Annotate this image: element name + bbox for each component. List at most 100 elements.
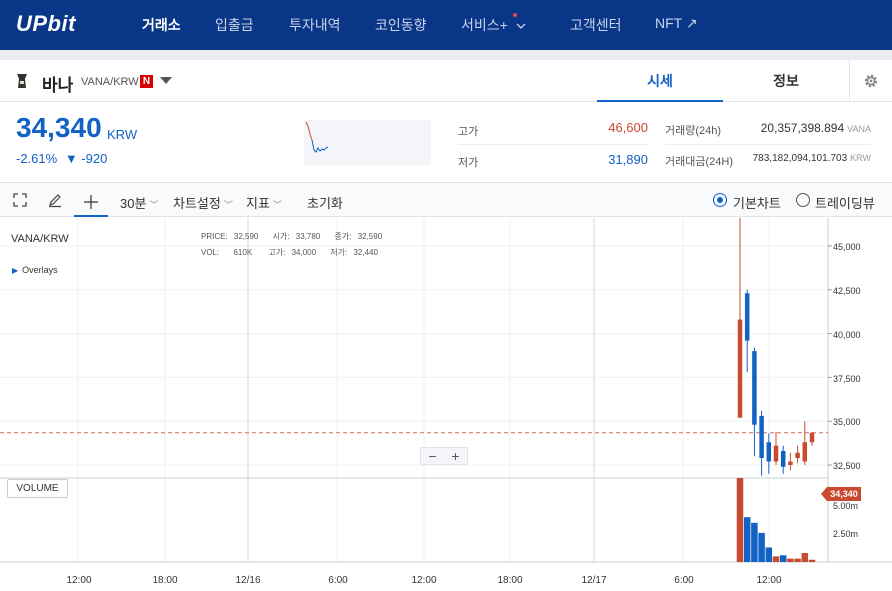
legend-vol: 610K	[233, 248, 253, 257]
legend-price: 32,590	[233, 232, 259, 241]
vana-coin-icon	[17, 74, 27, 88]
legend-vol-label: VOL:	[201, 248, 220, 257]
chevron-down-icon: ﹀	[223, 200, 233, 210]
amount-label: 거래대금(24H)	[665, 156, 733, 168]
legend-open: 33,780	[295, 232, 321, 241]
indicators-select[interactable]: 지표 ﹀	[246, 193, 282, 212]
vol-tick: 5.00m	[833, 501, 859, 511]
overlays-label: Overlays	[22, 265, 58, 275]
tab-info[interactable]: 정보	[723, 60, 849, 102]
legend-low: 32,440	[353, 248, 378, 257]
current-price-tag: 34,340	[821, 487, 861, 501]
candle-body	[766, 442, 772, 462]
candle-body	[759, 415, 764, 458]
volume-bar	[801, 553, 809, 562]
high-label: 고가	[458, 126, 479, 138]
nav-item-investments[interactable]: 투자내역	[289, 15, 341, 35]
sparkline-chart	[304, 120, 431, 165]
draw-button[interactable]	[43, 189, 67, 211]
legend-close-label: 종가:	[334, 232, 352, 241]
candle-body	[737, 319, 743, 418]
overlays-toggle[interactable]: ▶ Overlays	[12, 265, 58, 275]
trading-panel: 바나 VANA/KRW N 시세 정보 34,340 KRW -2.61% ▼ …	[0, 60, 892, 591]
gear-icon	[864, 74, 878, 88]
volume-bar	[794, 558, 801, 562]
vol-tick: 2.50m	[833, 529, 859, 539]
upbit-logo[interactable]: UPbit	[16, 11, 76, 37]
stat-divider	[665, 144, 871, 145]
new-badge: N	[140, 75, 153, 88]
nav-item-services[interactable]: 서비스+	[461, 13, 526, 35]
fullscreen-button[interactable]	[8, 189, 32, 211]
candle-body	[795, 452, 800, 458]
reset-button[interactable]: 초기화	[307, 193, 343, 212]
chevron-down-icon: ﹀	[272, 200, 282, 210]
chart-settings-select[interactable]: 차트설정 ﹀	[173, 193, 233, 212]
volume-bar	[779, 555, 787, 562]
price-chart[interactable]: VANA/KRW ▶ Overlays PRICE: 32,590 시가: 33,…	[0, 218, 892, 591]
amount-unit: KRW	[850, 153, 871, 163]
basic-chart-radio[interactable]	[713, 193, 727, 207]
chart-symbol: VANA/KRW	[11, 233, 69, 245]
price-change: -2.61% ▼ -920	[16, 151, 107, 166]
y-tick: 37,500	[833, 374, 861, 384]
ohlc-legend-row2: VOL: 610K 고가: 34,000 저가: 32,440	[201, 247, 378, 258]
nav-item-coin-trends[interactable]: 코인동향	[375, 15, 427, 35]
coin-name[interactable]: 바나	[42, 71, 73, 96]
volume-button[interactable]: VOLUME	[7, 479, 68, 498]
crosshair-button[interactable]	[74, 189, 108, 217]
interval-select[interactable]: 30분 ﹀	[120, 193, 158, 212]
ohlc-legend-row1: PRICE: 32,590 시가: 33,780 종가: 32,590	[201, 231, 382, 242]
settings-button[interactable]	[849, 60, 892, 102]
nav-services-label: 서비스+	[461, 17, 508, 33]
nav-item-nft[interactable]: NFT ↗	[655, 15, 698, 32]
coin-select-caret-icon[interactable]	[160, 77, 172, 84]
nav-item-support[interactable]: 고객센터	[570, 15, 622, 35]
nav-item-exchange[interactable]: 거래소	[142, 15, 181, 35]
candle-body	[780, 450, 786, 467]
high-value: 46,600	[608, 120, 648, 135]
x-tick: 6:00	[674, 575, 694, 586]
candle-body	[744, 293, 750, 341]
triangle-right-icon: ▶	[12, 266, 19, 275]
legend-high-label: 고가:	[268, 248, 286, 257]
candle-body	[788, 461, 793, 465]
chart-toolbar: 30분 ﹀ 차트설정 ﹀ 지표 ﹀ 초기화 기본차트 트레이딩뷰	[0, 182, 892, 217]
volume-bar	[743, 517, 751, 562]
legend-price-label: PRICE:	[201, 232, 228, 241]
zoom-in-button[interactable]: +	[444, 448, 467, 464]
chevron-down-icon: ﹀	[149, 200, 159, 210]
y-tick: 32,500	[833, 461, 861, 471]
top-nav: UPbit 거래소 입출금 투자내역 코인동향 서비스+ 고객센터 NFT ↗	[0, 0, 892, 50]
basic-chart-label[interactable]: 기본차트	[733, 193, 781, 212]
x-tick: 18:00	[497, 575, 523, 586]
candle-body	[809, 432, 815, 443]
chevron-down-icon	[516, 22, 526, 33]
x-tick: 18:00	[152, 575, 178, 586]
y-tick: 42,500	[833, 286, 861, 296]
low-value: 31,890	[608, 152, 648, 167]
nav-item-deposit[interactable]: 입출금	[215, 15, 254, 35]
x-tick: 12:00	[66, 575, 92, 586]
volume-bar	[751, 522, 758, 562]
interval-label: 30분	[120, 196, 147, 211]
volume-bar	[758, 532, 765, 562]
legend-high: 34,000	[291, 248, 317, 257]
amount-value: 783,182,094,101.703	[752, 153, 848, 164]
indicators-label: 지표	[246, 196, 270, 211]
amount-24h: 783,182,094,101.703 KRW	[740, 153, 871, 164]
zoom-controls: − +	[420, 447, 468, 465]
price-unit: KRW	[107, 127, 138, 142]
legend-open-label: 시가:	[272, 232, 290, 241]
volume-value: 20,357,398.894	[760, 121, 845, 135]
tab-price[interactable]: 시세	[597, 60, 723, 102]
zoom-out-button[interactable]: −	[421, 448, 444, 464]
change-amount: ▼ -920	[64, 151, 108, 166]
volume-bar	[736, 478, 744, 562]
volume-bar	[765, 547, 773, 562]
tradingview-label[interactable]: 트레이딩뷰	[815, 193, 875, 212]
y-tick: 40,000	[833, 330, 861, 340]
x-tick: 12:00	[756, 575, 782, 586]
tradingview-radio[interactable]	[796, 193, 810, 207]
candle-body	[773, 445, 779, 462]
